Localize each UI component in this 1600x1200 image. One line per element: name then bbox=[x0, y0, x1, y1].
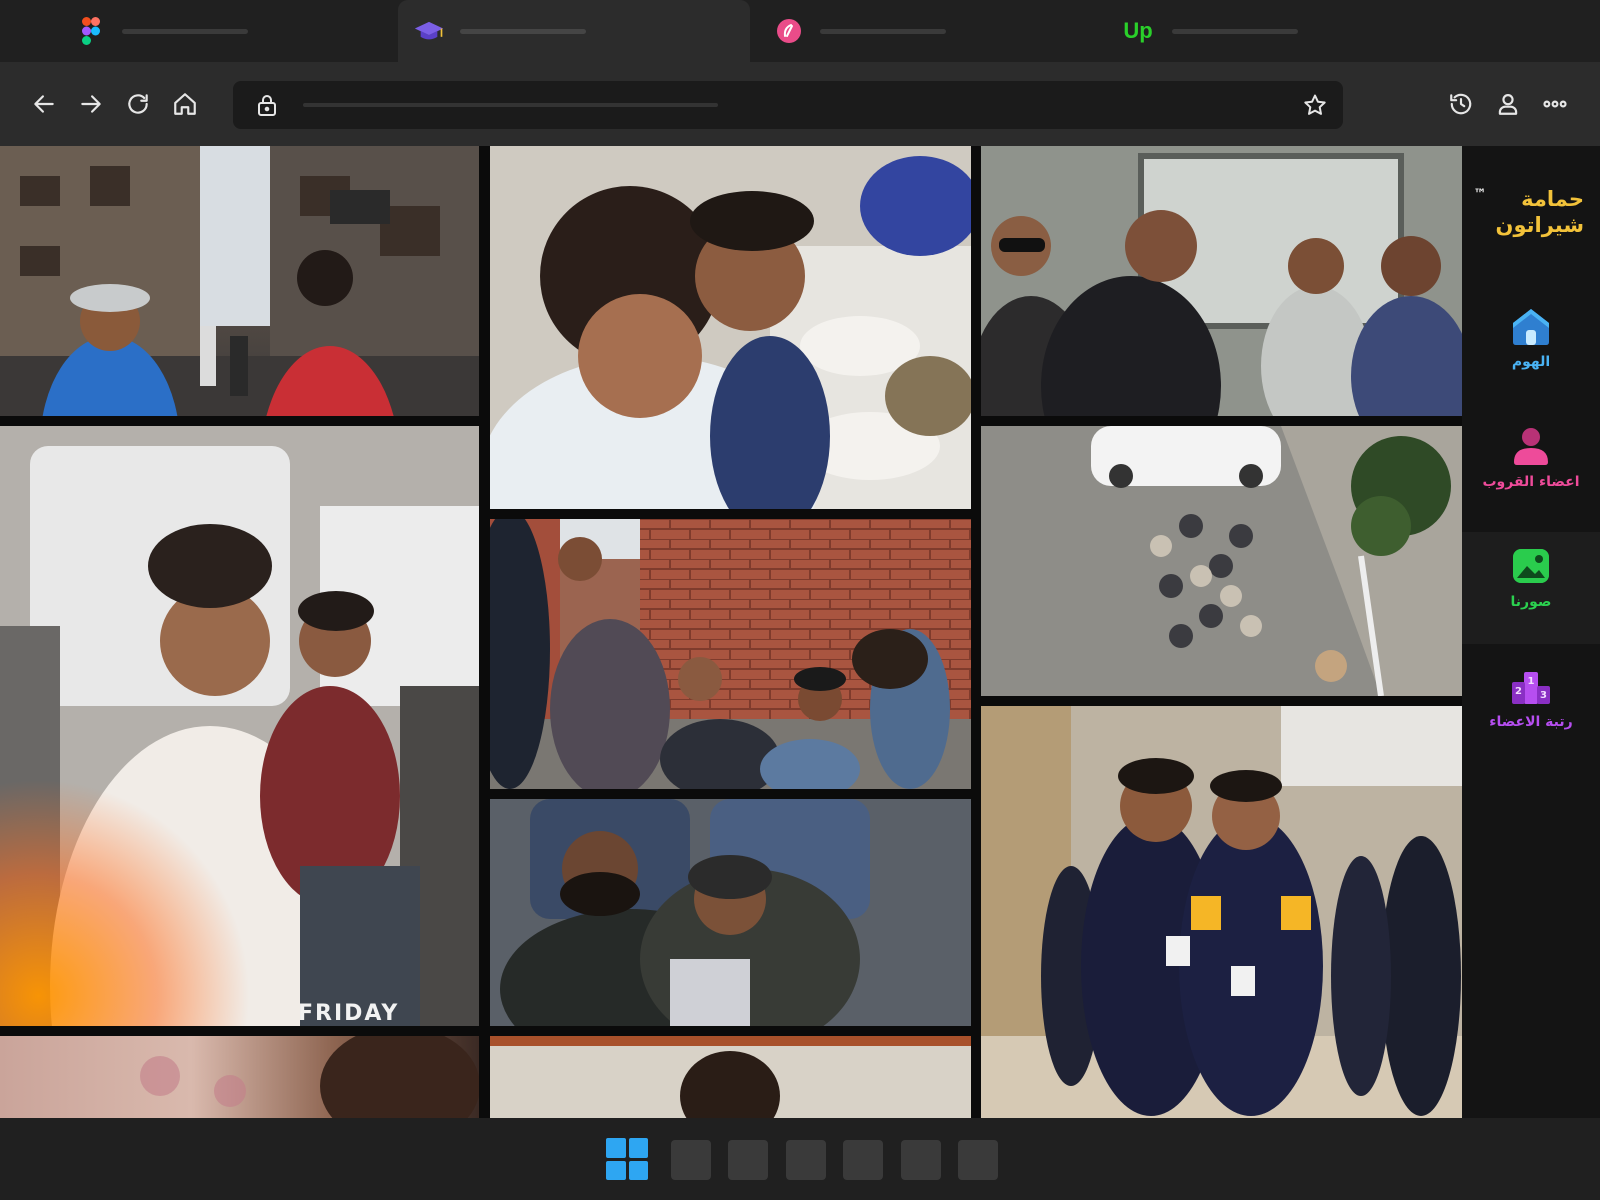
sidebar: ™ حمامة شيراتون الهوم اعضاء القروب صورنا… bbox=[1462, 146, 1600, 1118]
star-icon[interactable] bbox=[1301, 91, 1329, 119]
photo-eating-selfie[interactable] bbox=[490, 146, 971, 509]
sidebar-item-label: رتبة الاعضاء bbox=[1489, 714, 1573, 730]
tab-active[interactable] bbox=[398, 0, 750, 62]
tab-figma[interactable] bbox=[16, 0, 368, 62]
taskbar-app[interactable] bbox=[786, 1140, 826, 1180]
taskbar bbox=[0, 1118, 1600, 1200]
profile-icon[interactable] bbox=[1488, 84, 1528, 124]
photo-room-bottom[interactable] bbox=[490, 1036, 971, 1118]
tab-title-placeholder bbox=[460, 28, 586, 34]
photo-train-window-group[interactable] bbox=[981, 146, 1462, 416]
taskbar-app[interactable] bbox=[901, 1140, 941, 1180]
sidebar-item-label: صورنا bbox=[1510, 594, 1552, 610]
photo-street-walk[interactable] bbox=[0, 146, 479, 416]
svg-text:2: 2 bbox=[1515, 686, 1522, 697]
tab-title-placeholder bbox=[122, 28, 248, 34]
photo-acpc-event[interactable] bbox=[981, 706, 1462, 1118]
image-icon bbox=[1513, 549, 1549, 583]
user-icon bbox=[1514, 428, 1548, 465]
photo-train-sleeping[interactable] bbox=[490, 799, 971, 1026]
browser-toolbar bbox=[0, 62, 1600, 146]
tab-title-placeholder bbox=[820, 28, 946, 34]
tab-strip: Up bbox=[0, 0, 1600, 62]
upwork-icon: Up bbox=[1123, 18, 1153, 43]
refresh-icon[interactable] bbox=[118, 84, 158, 124]
tab-dribbble[interactable] bbox=[750, 0, 1102, 62]
address-bar[interactable] bbox=[233, 81, 1343, 129]
brand-logo[interactable]: ™ حمامة شيراتون bbox=[1474, 186, 1584, 238]
sidebar-item-members[interactable]: اعضاء القروب bbox=[1462, 412, 1600, 524]
brand-line-1: حمامة bbox=[1521, 187, 1584, 211]
brand-line-2: شيراتون bbox=[1495, 213, 1584, 237]
photo-train-laughing[interactable]: FRIDAY bbox=[0, 426, 479, 1026]
windows-icon[interactable] bbox=[606, 1138, 648, 1180]
photo-bedsheet[interactable] bbox=[0, 1036, 479, 1118]
photo-brick-wall[interactable] bbox=[490, 519, 971, 789]
taskbar-app[interactable] bbox=[843, 1140, 883, 1180]
sidebar-item-label: اعضاء القروب bbox=[1482, 474, 1580, 490]
figma-icon bbox=[76, 16, 106, 46]
svg-text:1: 1 bbox=[1528, 676, 1535, 687]
more-icon[interactable] bbox=[1535, 84, 1575, 124]
taskbar-app[interactable] bbox=[958, 1140, 998, 1180]
sidebar-item-photos[interactable]: صورنا bbox=[1462, 532, 1600, 644]
tab-title-placeholder bbox=[1172, 28, 1298, 34]
graduation-cap-icon bbox=[414, 16, 444, 46]
photo-cafe-aerial[interactable] bbox=[981, 426, 1462, 696]
photo-caption: FRIDAY bbox=[298, 1001, 400, 1026]
sidebar-item-label: الهوم bbox=[1511, 354, 1551, 370]
dribbble-style-icon bbox=[774, 16, 804, 46]
lock-icon[interactable] bbox=[253, 91, 281, 119]
sidebar-item-ranking[interactable]: 1 2 3 رتبة الاعضاء bbox=[1462, 652, 1600, 764]
home-icon bbox=[1513, 309, 1549, 345]
home-icon[interactable] bbox=[165, 84, 205, 124]
sidebar-item-home[interactable]: الهوم bbox=[1462, 292, 1600, 404]
taskbar-app[interactable] bbox=[728, 1140, 768, 1180]
podium-icon: 1 2 3 bbox=[1512, 672, 1550, 704]
history-icon[interactable] bbox=[1441, 84, 1481, 124]
taskbar-app[interactable] bbox=[671, 1140, 711, 1180]
forward-icon[interactable] bbox=[71, 84, 111, 124]
svg-text:3: 3 bbox=[1540, 690, 1547, 701]
tab-upwork[interactable]: Up bbox=[1102, 0, 1454, 62]
back-icon[interactable] bbox=[24, 84, 64, 124]
page-content: FRIDAY ™ حمامة شيراتون الهوم اعضاء القرو… bbox=[0, 146, 1600, 1118]
url-placeholder bbox=[303, 103, 718, 107]
